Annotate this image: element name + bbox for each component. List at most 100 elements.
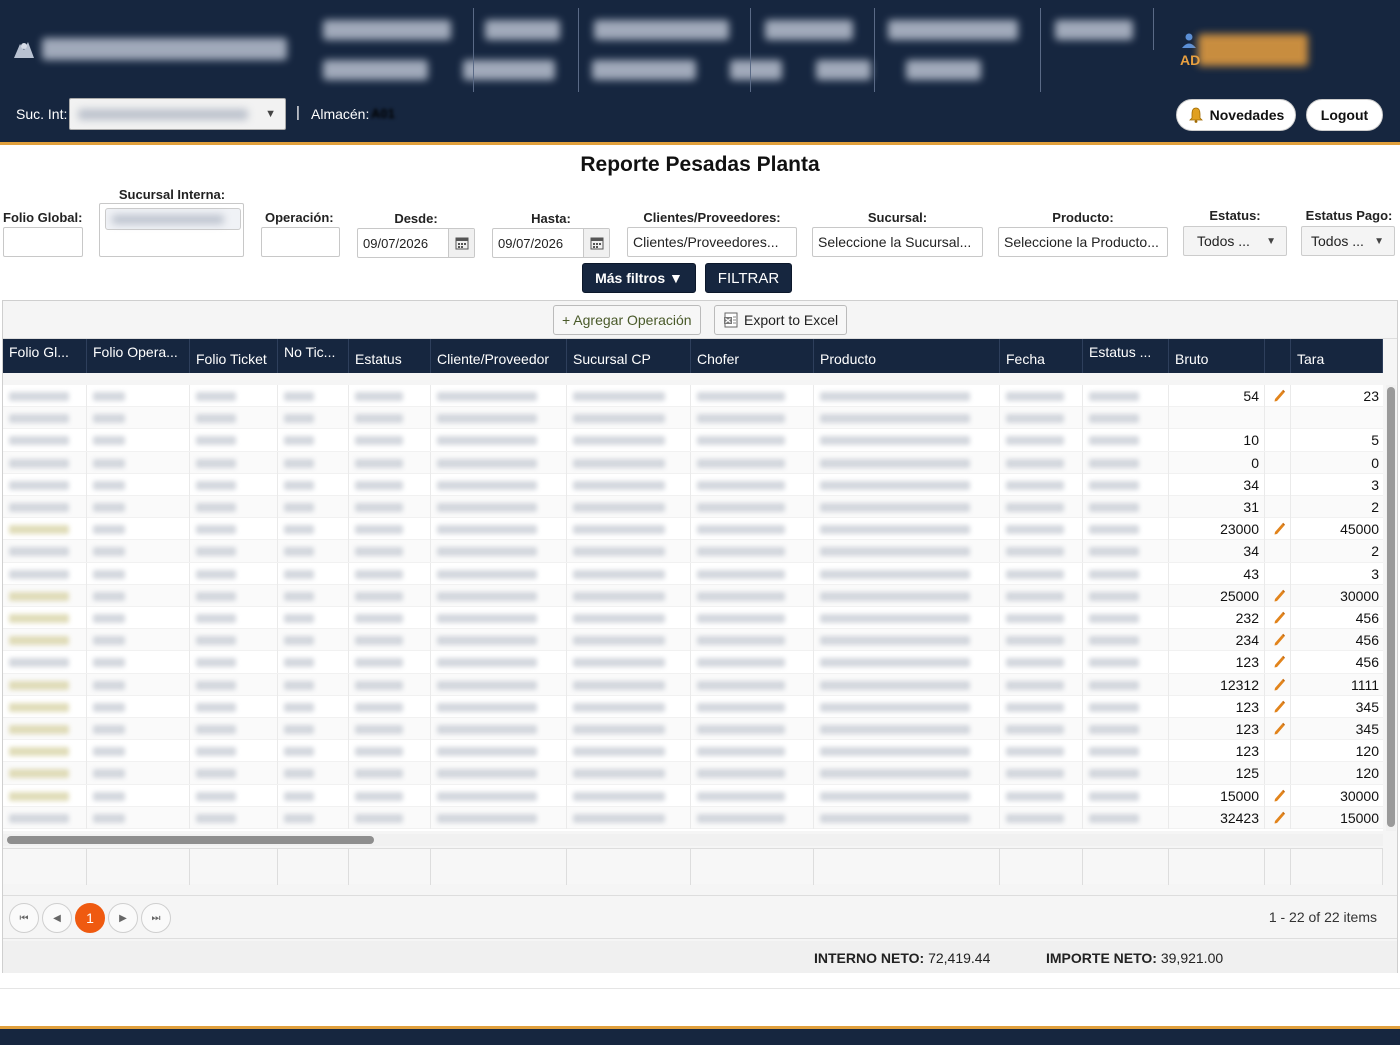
nav-menu-item[interactable] xyxy=(906,60,981,80)
sucursal-input[interactable]: Seleccione la Sucursal... xyxy=(812,227,983,257)
pencil-icon[interactable] xyxy=(1273,699,1285,713)
table-cell xyxy=(431,629,567,652)
table-cell xyxy=(3,429,87,452)
bruto-value: 54 xyxy=(1243,388,1259,404)
table-row[interactable]: 00 xyxy=(3,451,1383,474)
filtrar-button[interactable]: FILTRAR xyxy=(705,263,792,293)
redacted-value xyxy=(1006,547,1064,557)
pencil-icon[interactable] xyxy=(1273,677,1285,691)
table-row[interactable]: 125 120 xyxy=(3,762,1383,785)
column-header[interactable]: Folio Ticket xyxy=(190,339,278,373)
export-excel-button[interactable]: Export to Excel xyxy=(714,305,848,335)
pencil-icon[interactable] xyxy=(1273,654,1285,668)
redacted-value xyxy=(697,769,785,779)
table-row[interactable]: 43 3 xyxy=(3,562,1383,585)
next-page-button[interactable]: ▶ xyxy=(108,903,138,933)
table-cell xyxy=(349,540,431,563)
redacted-value xyxy=(820,547,970,557)
table-row[interactable]: 34 3 xyxy=(3,473,1383,496)
column-header[interactable]: Sucursal CP xyxy=(567,339,691,373)
sucursal-interna-select[interactable]: ▼ xyxy=(69,98,286,130)
estatus-dropdown[interactable]: Todos ... ▼ xyxy=(1183,226,1287,256)
hasta-date-input[interactable]: 09/07/2026 xyxy=(492,228,610,258)
pencil-icon[interactable] xyxy=(1273,788,1285,802)
calendar-icon[interactable] xyxy=(448,229,474,257)
pencil-icon[interactable] xyxy=(1273,810,1285,824)
pencil-icon[interactable] xyxy=(1273,632,1285,646)
column-header[interactable]: Estatus xyxy=(349,339,431,373)
nav-menu-item[interactable] xyxy=(323,20,451,40)
table-row[interactable]: 15000 30000 xyxy=(3,784,1383,807)
column-header[interactable]: Estatus ... xyxy=(1083,339,1169,373)
nav-menu-item[interactable] xyxy=(1055,20,1133,40)
pencil-icon[interactable] xyxy=(1273,388,1285,402)
vertical-scrollbar[interactable] xyxy=(1386,385,1396,831)
horizontal-scrollbar[interactable] xyxy=(3,834,1383,846)
clientes-input[interactable]: Clientes/Proveedores... xyxy=(627,227,797,257)
table-row[interactable]: 232 456 xyxy=(3,607,1383,630)
table-cell xyxy=(814,806,1000,829)
agregar-operacion-button[interactable]: + Agregar Operación xyxy=(553,305,701,335)
pencil-icon[interactable] xyxy=(1273,610,1285,624)
desde-date-input[interactable]: 09/07/2026 xyxy=(357,228,475,258)
page-1-button[interactable]: 1 xyxy=(75,903,105,933)
last-page-button[interactable]: ⏭ xyxy=(141,903,171,933)
column-header[interactable]: Fecha xyxy=(1000,339,1083,373)
column-header[interactable]: Bruto xyxy=(1169,339,1265,373)
table-row[interactable]: 123 120 xyxy=(3,740,1383,763)
table-row[interactable]: 32423 15000 xyxy=(3,806,1383,829)
nav-menu-item[interactable] xyxy=(816,60,871,80)
table-row[interactable]: 23000 45000 xyxy=(3,518,1383,541)
pencil-icon[interactable] xyxy=(1273,721,1285,735)
nav-menu-item[interactable] xyxy=(888,20,1018,40)
agregar-operacion-label: + Agregar Operación xyxy=(562,312,692,328)
redacted-value xyxy=(355,547,403,557)
first-page-button[interactable]: ⏮ xyxy=(9,903,39,933)
table-row[interactable]: 54 23 xyxy=(3,385,1383,408)
nav-menu-item[interactable] xyxy=(463,60,555,80)
table-row[interactable]: 123 456 xyxy=(3,651,1383,674)
table-row[interactable]: 34 2 xyxy=(3,540,1383,563)
column-header[interactable]: Tara xyxy=(1291,339,1383,373)
column-header[interactable]: No Tic... xyxy=(278,339,349,373)
folio-global-input[interactable] xyxy=(3,227,83,257)
column-header[interactable]: Chofer xyxy=(691,339,814,373)
table-cell xyxy=(3,473,87,496)
prev-page-button[interactable]: ◀ xyxy=(42,903,72,933)
table-row[interactable] xyxy=(3,407,1383,430)
redacted-value xyxy=(284,791,314,801)
nav-menu-item[interactable] xyxy=(485,20,560,40)
table-row[interactable]: 25000 30000 xyxy=(3,584,1383,607)
column-header[interactable]: Producto xyxy=(814,339,1000,373)
table-row[interactable]: 12312 1111 xyxy=(3,673,1383,696)
table-row[interactable]: 10 5 xyxy=(3,429,1383,452)
nav-menu-item[interactable] xyxy=(592,60,696,80)
pencil-icon[interactable] xyxy=(1273,521,1285,535)
column-header[interactable]: Folio Opera... xyxy=(87,339,190,373)
nav-menu-item[interactable] xyxy=(765,20,853,40)
logout-button[interactable]: Logout xyxy=(1306,99,1383,131)
mas-filtros-button[interactable]: Más filtros ▼ xyxy=(582,263,696,293)
producto-input[interactable]: Seleccione la Producto... xyxy=(998,227,1168,257)
novedades-button[interactable]: Novedades xyxy=(1176,99,1296,131)
nav-menu-item[interactable] xyxy=(730,60,782,80)
table-cell xyxy=(190,429,278,452)
operacion-input[interactable] xyxy=(261,227,340,257)
pencil-icon[interactable] xyxy=(1273,588,1285,602)
table-row[interactable]: 234 456 xyxy=(3,629,1383,652)
nav-menu-item[interactable] xyxy=(594,20,729,40)
table-row[interactable]: 123 345 xyxy=(3,718,1383,741)
sucursal-interna-multiselect[interactable] xyxy=(99,203,244,257)
table-row[interactable]: 31 2 xyxy=(3,496,1383,519)
edit-column-header[interactable] xyxy=(1265,339,1291,373)
column-header[interactable]: Cliente/Proveedor xyxy=(431,339,567,373)
column-header[interactable]: Folio Gl... xyxy=(3,339,87,373)
calendar-icon[interactable] xyxy=(583,229,609,257)
estatus-pago-dropdown[interactable]: Todos ... ▼ xyxy=(1301,226,1395,256)
nav-menu-item[interactable] xyxy=(323,60,428,80)
scrollbar-thumb[interactable] xyxy=(7,836,374,844)
table-cell xyxy=(278,584,349,607)
scrollbar-thumb[interactable] xyxy=(1387,387,1395,827)
table-row[interactable]: 123 345 xyxy=(3,695,1383,718)
redacted-value xyxy=(196,725,236,734)
